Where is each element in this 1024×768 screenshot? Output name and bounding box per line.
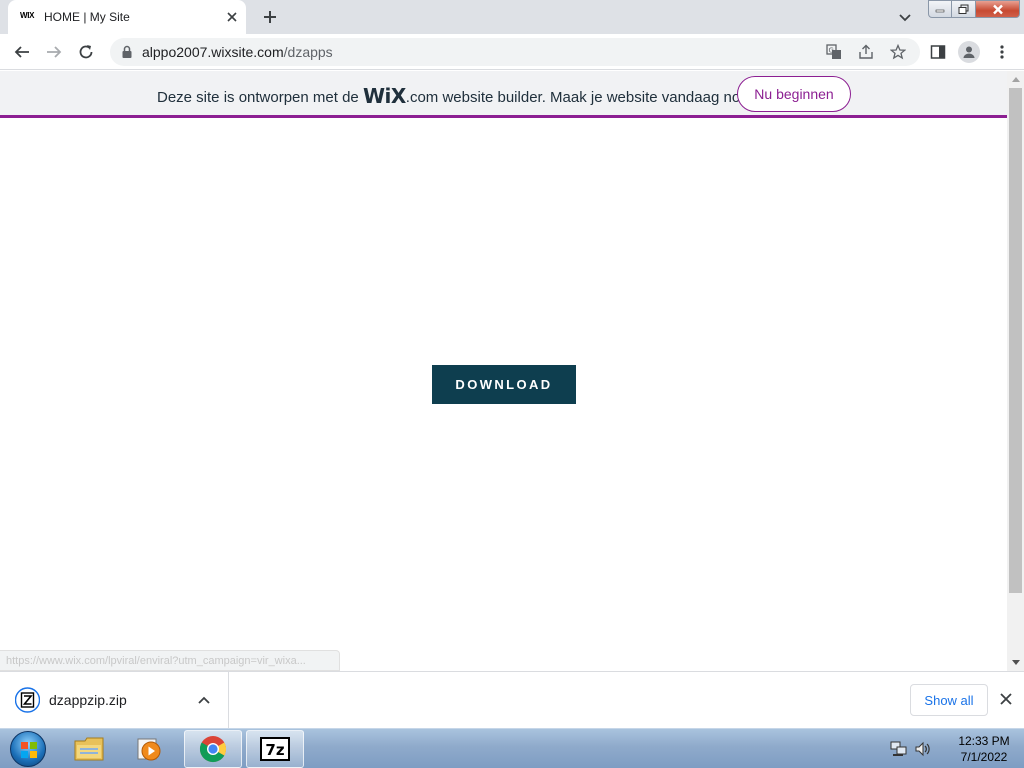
reload-button[interactable]: [76, 42, 96, 62]
profile-avatar-icon: [963, 46, 975, 58]
scroll-down-arrow[interactable]: [1007, 654, 1024, 671]
bookmark-star-button[interactable]: [888, 42, 908, 62]
wix-logo[interactable]: WiX: [363, 84, 406, 108]
side-panel-button[interactable]: [928, 42, 948, 62]
kebab-menu-icon: [1000, 45, 1004, 59]
close-window-button[interactable]: [976, 0, 1020, 18]
taskbar-chrome[interactable]: [184, 730, 242, 768]
system-clock[interactable]: 12:33 PM 7/1/2022: [944, 733, 1024, 765]
chrome-icon: [199, 736, 227, 763]
svg-text:G: G: [829, 47, 834, 55]
tab-title: HOME | My Site: [44, 10, 130, 24]
menu-button[interactable]: [992, 42, 1012, 62]
profile-button[interactable]: [958, 41, 980, 63]
forward-button[interactable]: [44, 42, 64, 62]
download-button[interactable]: DOWNLOAD: [432, 365, 576, 404]
close-icon: [992, 4, 1003, 14]
volume-icon[interactable]: [914, 741, 932, 757]
wix-ad-banner: Deze site is ontworpen met de WiX.com we…: [0, 71, 1007, 118]
restore-button[interactable]: [952, 0, 976, 18]
reload-icon: [79, 45, 93, 59]
back-button[interactable]: [12, 42, 32, 62]
banner-text: Deze site is ontworpen met de WiX.com we…: [157, 84, 753, 108]
start-button[interactable]: [4, 729, 52, 768]
new-tab-icon[interactable]: [260, 7, 280, 27]
share-button[interactable]: [856, 42, 876, 62]
network-icon[interactable]: [890, 741, 908, 757]
banner-text-after: .com website builder. Maak je website va…: [405, 89, 753, 106]
url-text: alppo2007.wixsite.com/dzapps: [142, 44, 333, 60]
scroll-down-icon: [1011, 660, 1020, 665]
clock-time: 12:33 PM: [958, 734, 1010, 748]
vertical-scrollbar[interactable]: [1007, 71, 1024, 671]
tab-close-icon[interactable]: [224, 9, 240, 25]
star-icon: [890, 44, 906, 60]
minimize-button[interactable]: [928, 0, 952, 18]
windows-logo-icon: [10, 731, 46, 767]
windows-taskbar: 7z 12:33 PM 7/1/2022: [0, 728, 1024, 768]
window-controls: [928, 0, 1020, 18]
zip-file-icon: [15, 687, 40, 713]
wix-favicon-icon: WIX: [20, 11, 35, 20]
folder-icon: [74, 737, 104, 761]
banner-text-before: Deze site is ontworpen met de: [157, 89, 359, 106]
taskbar-explorer[interactable]: [60, 730, 118, 768]
download-shelf: dzappzip.zip Show all: [0, 671, 1024, 728]
translate-icon: G: [826, 44, 841, 59]
scroll-thumb[interactable]: [1009, 88, 1022, 593]
taskbar-media-player[interactable]: [120, 730, 178, 768]
media-player-icon: [137, 738, 161, 761]
tab-strip: WIX HOME | My Site: [0, 0, 1024, 34]
scroll-up-icon: [1011, 77, 1020, 82]
forward-arrow-icon: [47, 46, 62, 58]
chevron-up-icon[interactable]: [196, 692, 212, 708]
page-content: DOWNLOAD: [0, 121, 1007, 671]
7zip-icon: 7z: [260, 737, 290, 761]
restore-icon: [958, 4, 968, 14]
taskbar-7zip[interactable]: 7z: [246, 730, 304, 768]
system-tray: 12:33 PM 7/1/2022: [884, 729, 1024, 768]
7zip-label: 7z: [265, 741, 284, 759]
lock-icon[interactable]: [120, 45, 134, 59]
scroll-up-arrow[interactable]: [1007, 71, 1024, 88]
browser-toolbar: alppo2007.wixsite.com/dzapps G: [0, 34, 1024, 70]
share-icon: [859, 44, 873, 59]
minimize-icon: [935, 9, 945, 13]
clock-date: 7/1/2022: [960, 750, 1008, 764]
download-file-name: dzappzip.zip: [49, 692, 127, 708]
back-arrow-icon: [14, 46, 29, 58]
url-host: alppo2007.wixsite.com: [142, 44, 284, 60]
download-item[interactable]: dzappzip.zip: [0, 672, 229, 728]
link-status-bubble: https://www.wix.com/lpviral/enviral?utm_…: [0, 650, 340, 671]
tab-home[interactable]: WIX HOME | My Site: [8, 0, 246, 34]
close-shelf-icon[interactable]: [998, 691, 1014, 707]
show-all-button[interactable]: Show all: [910, 684, 988, 716]
tab-search-chevron-icon[interactable]: [896, 8, 914, 26]
side-panel-icon: [930, 45, 946, 59]
translate-button[interactable]: G: [824, 42, 844, 62]
url-path: /dzapps: [283, 44, 333, 60]
start-now-button[interactable]: Nu beginnen: [737, 76, 851, 112]
address-bar[interactable]: alppo2007.wixsite.com/dzapps G: [110, 38, 920, 66]
